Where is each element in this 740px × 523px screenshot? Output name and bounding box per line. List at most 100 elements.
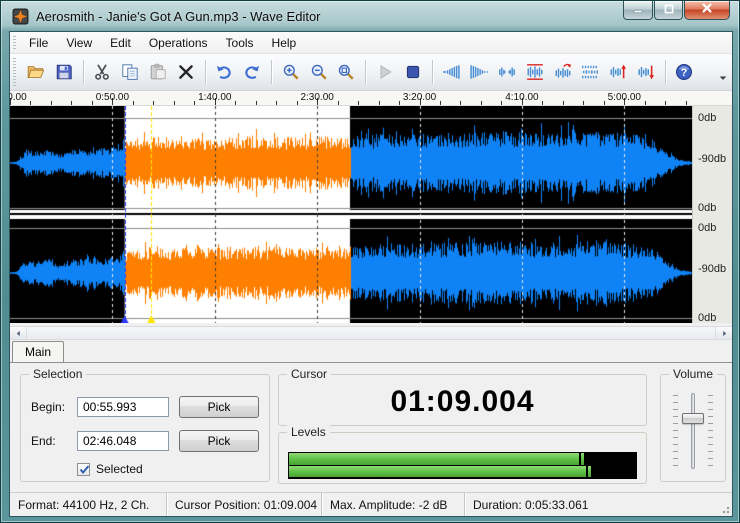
ruler-tick (30, 101, 31, 105)
menu-view[interactable]: View (57, 32, 101, 53)
cut-button[interactable] (89, 58, 115, 86)
save-button[interactable] (51, 58, 77, 86)
menu-help[interactable]: Help (263, 32, 306, 53)
reverse-button[interactable] (550, 58, 576, 86)
horizontal-scrollbar[interactable] (10, 326, 732, 340)
ruler-tick (665, 101, 666, 105)
slider-ticks (708, 395, 713, 467)
waveform-area: 0db-90db0db0db-90db0db (10, 106, 732, 323)
maximize-button[interactable] (654, 1, 683, 20)
ruler-label: 1:40.00 (198, 92, 231, 103)
toolbar-separator (271, 60, 272, 84)
zoom-selection-button[interactable] (333, 58, 359, 86)
title-bar[interactable]: Aerosmith - Janie's Got A Gun.mp3 - Wave… (1, 1, 739, 31)
levels-groupbox: Levels (278, 432, 647, 484)
play-button[interactable] (372, 58, 398, 86)
amplify-up-button[interactable] (605, 58, 631, 86)
fade-in-button[interactable] (439, 58, 465, 86)
silence-button[interactable] (577, 58, 603, 86)
ruler-label: 5:00.00 (608, 92, 641, 103)
selected-checkbox-row[interactable]: Selected (77, 462, 143, 476)
ruler-tick (686, 101, 687, 105)
toolbar-separator (432, 60, 433, 84)
pick-end-button[interactable]: Pick (179, 430, 259, 452)
undo-button[interactable] (211, 58, 237, 86)
ruler-tick (194, 101, 195, 105)
ruler-tick (133, 101, 134, 105)
help-icon: ? (675, 63, 693, 81)
stop-icon (404, 63, 422, 81)
stop-button[interactable] (400, 58, 426, 86)
pick-begin-button[interactable]: Pick (179, 396, 259, 418)
fade-out-button[interactable] (466, 58, 492, 86)
ruler-tick (501, 101, 502, 105)
zoom-out-button[interactable] (306, 58, 332, 86)
toolbar-separator (365, 60, 366, 84)
end-field[interactable] (77, 431, 169, 451)
toolbar: ? (10, 54, 732, 91)
svg-text:?: ? (681, 67, 688, 79)
close-button[interactable] (684, 1, 730, 20)
resize-grip[interactable] (720, 504, 730, 514)
ruler-label: 0:00.00 (10, 92, 27, 103)
volume-legend: Volume (669, 367, 717, 381)
minimize-button[interactable] (623, 1, 653, 20)
slider-thumb[interactable] (682, 413, 704, 424)
slider-track[interactable] (691, 393, 695, 469)
ruler-tick (604, 101, 605, 105)
paste-button[interactable] (145, 58, 171, 86)
menu-file[interactable]: File (20, 32, 57, 53)
scroll-left-button[interactable] (10, 327, 26, 339)
delete-button[interactable] (173, 58, 199, 86)
scroll-right-button[interactable] (716, 327, 732, 339)
end-label: End: (31, 431, 56, 451)
selected-checkbox-label: Selected (96, 462, 143, 476)
check-icon (78, 463, 91, 476)
ruler-tick (174, 101, 175, 105)
zoom-in-button[interactable] (278, 58, 304, 86)
levels-legend: Levels (287, 425, 330, 439)
ruler-tick (51, 101, 52, 105)
redo-button[interactable] (239, 58, 265, 86)
cursor-position-value: 01:09.004 (279, 375, 646, 425)
waveform-canvas[interactable] (10, 106, 692, 323)
minimize-icon (633, 1, 643, 19)
selection-groupbox: Selection Begin: Pick End: Pick Selected (20, 374, 270, 482)
menu-operations[interactable]: Operations (140, 32, 217, 53)
close-icon (701, 1, 713, 19)
open-icon (27, 63, 45, 81)
toolbar-separator (665, 60, 666, 84)
db-label: 0db (698, 202, 716, 214)
scrollbar-track[interactable] (26, 327, 716, 339)
ruler-tick (297, 101, 298, 105)
ruler-tick (338, 101, 339, 105)
time-ruler[interactable]: 0:00.000:50.001:40.002:30.003:20.004:10.… (10, 91, 732, 106)
status-max-amplitude: Max. Amplitude: -2 dB (322, 493, 465, 516)
insert-silence-button[interactable] (494, 58, 520, 86)
toolbar-separator (83, 60, 84, 84)
menu-tools[interactable]: Tools (217, 32, 263, 53)
amplify-up-icon (609, 63, 627, 81)
open-button[interactable] (23, 58, 49, 86)
window-content: FileViewEditOperationsToolsHelp ? 0:00.0… (9, 31, 733, 517)
help-button[interactable]: ? (672, 58, 698, 86)
tab-main[interactable]: Main (12, 341, 64, 362)
copy-button[interactable] (117, 58, 143, 86)
ruler-tick (563, 101, 564, 105)
volume-slider[interactable] (671, 391, 715, 471)
normalize-button[interactable] (522, 58, 548, 86)
selected-checkbox[interactable] (77, 463, 90, 476)
db-label: 0db (698, 112, 716, 124)
insert-silence-icon (498, 63, 516, 81)
amplify-down-button[interactable] (633, 58, 659, 86)
ruler-tick (481, 101, 482, 105)
window-title: Aerosmith - Janie's Got A Gun.mp3 - Wave… (36, 9, 321, 24)
silence-icon (581, 63, 599, 81)
ruler-label: 0:50.00 (96, 92, 129, 103)
menu-edit[interactable]: Edit (101, 32, 140, 53)
begin-field[interactable] (77, 397, 169, 417)
play-icon (376, 63, 394, 81)
tab-strip: Main (10, 340, 732, 362)
fade-in-icon (442, 63, 460, 81)
chevron-down-button[interactable] (714, 69, 731, 87)
